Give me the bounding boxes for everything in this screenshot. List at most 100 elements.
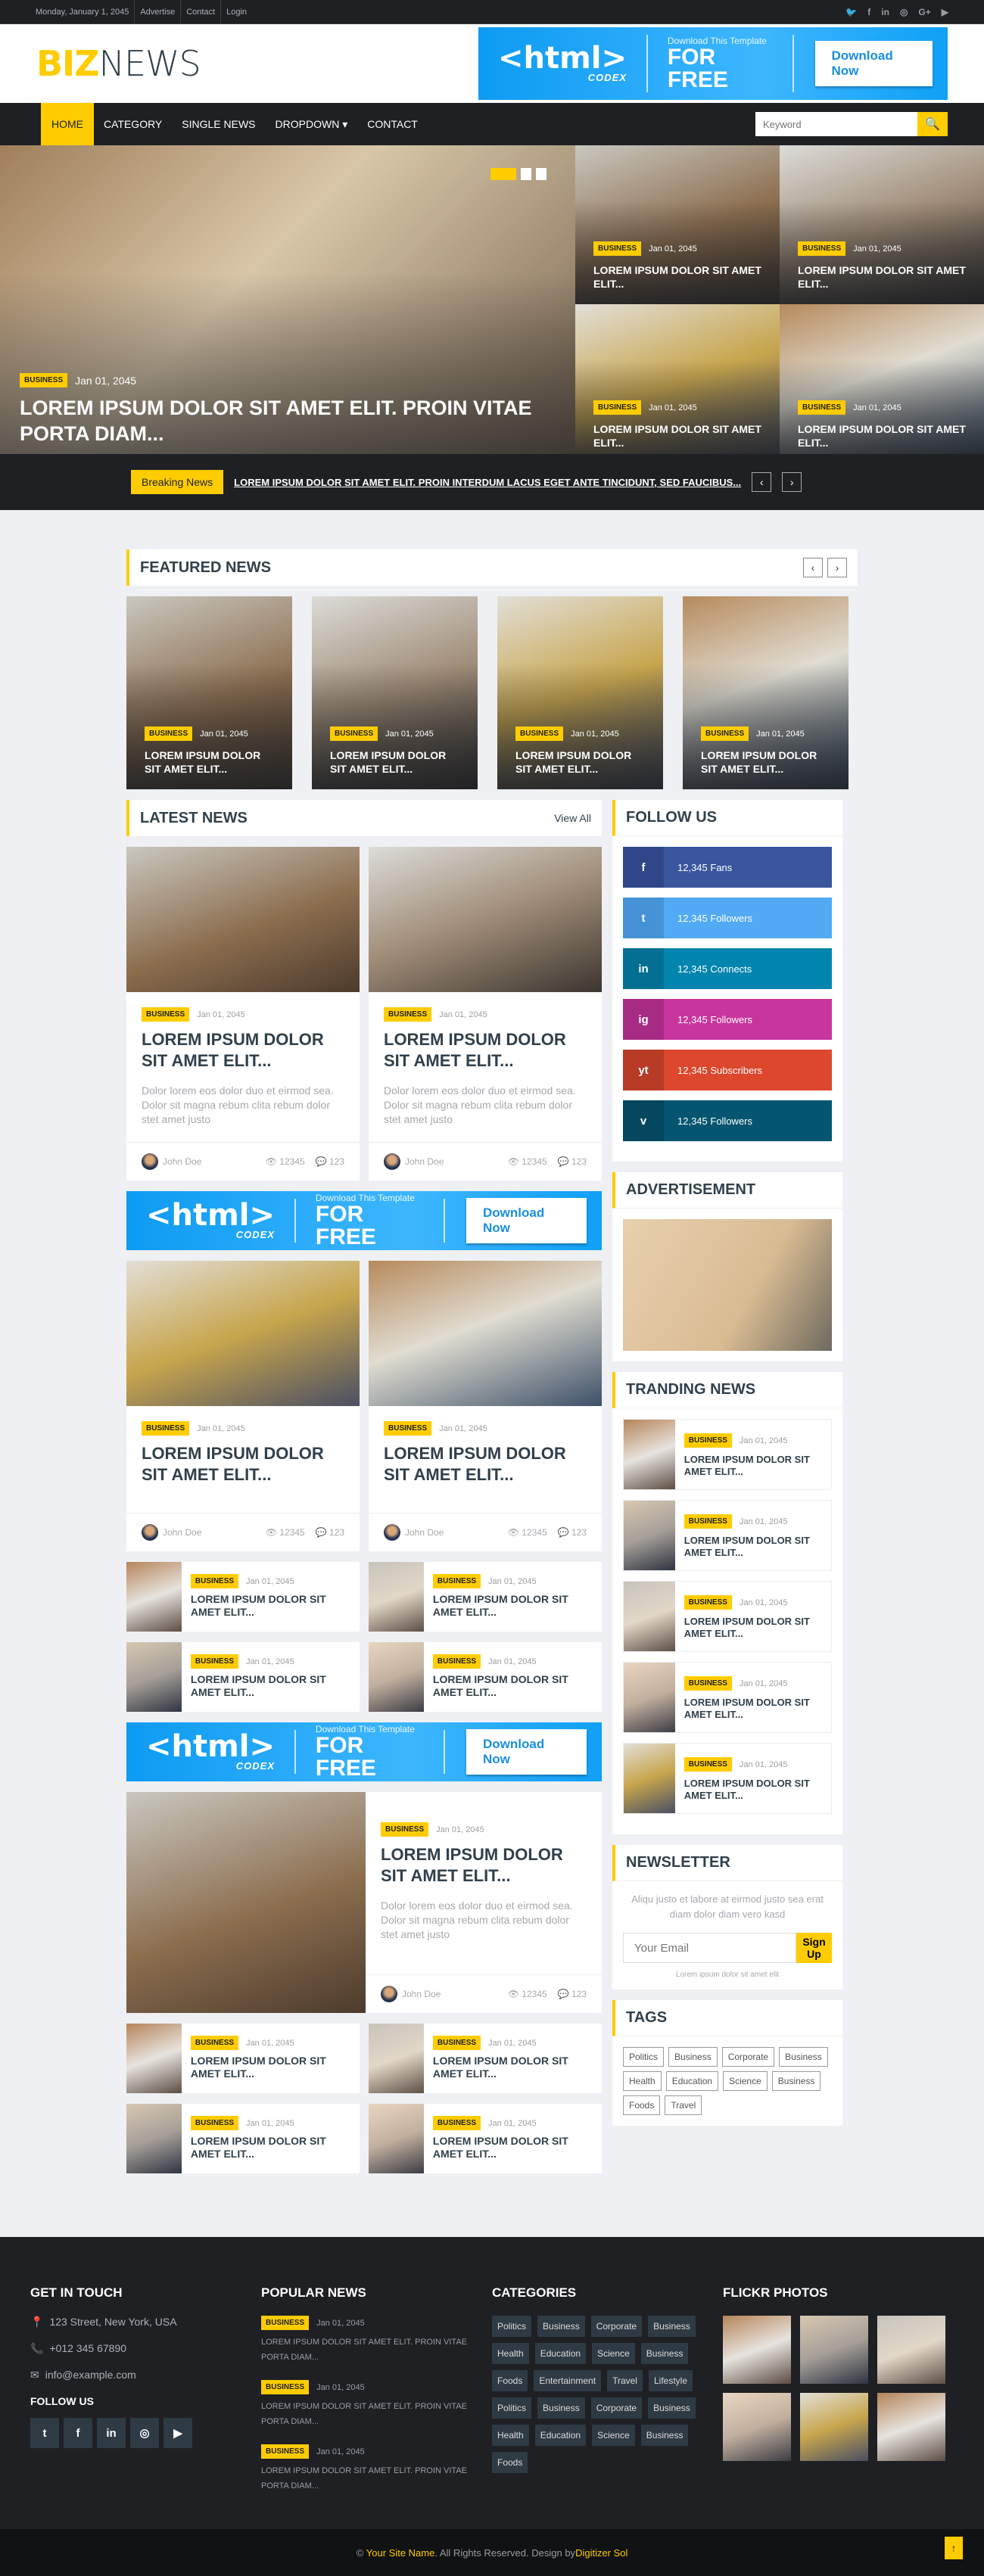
- news-image[interactable]: [369, 1261, 602, 1406]
- news-image[interactable]: [369, 847, 602, 992]
- category-item[interactable]: Business: [648, 2316, 696, 2337]
- facebook-icon[interactable]: f: [867, 7, 870, 17]
- category-item[interactable]: Entertainment: [534, 2370, 602, 2391]
- small-news-item[interactable]: BUSINESS Jan 01, 2045 LOREM IPSUM DOLOR SI…: [369, 1562, 602, 1632]
- category-item[interactable]: Business: [648, 2397, 696, 2419]
- flickr-photo[interactable]: [877, 2393, 945, 2461]
- tag-item[interactable]: Business: [668, 2047, 718, 2067]
- hero-side-post[interactable]: BUSINESS Jan 01, 2045 LOREM IPSUM DOLOR SI…: [575, 145, 780, 304]
- nav-category[interactable]: CATEGORY: [94, 103, 172, 145]
- email-input[interactable]: [623, 1933, 796, 1963]
- google-plus-icon[interactable]: G+: [918, 7, 930, 17]
- flickr-photo[interactable]: [723, 2316, 791, 2384]
- promo-banner[interactable]: <html> CODEX Download This Template FOR FR…: [126, 1722, 602, 1781]
- facebook-icon[interactable]: f: [64, 2418, 92, 2448]
- nav-dropdown[interactable]: DROPDOWN ▾: [266, 103, 358, 145]
- login-link[interactable]: Login: [221, 0, 252, 24]
- news-title[interactable]: LOREM IPSUM DOLOR SIT AMET ELIT...: [142, 1029, 344, 1072]
- twitter-icon[interactable]: t: [30, 2418, 59, 2448]
- news-title[interactable]: LOREM IPSUM DOLOR SIT AMET ELIT...: [384, 1029, 587, 1072]
- category-item[interactable]: Science: [592, 2343, 635, 2364]
- flickr-photo[interactable]: [800, 2393, 868, 2461]
- category-item[interactable]: Travel: [607, 2370, 643, 2391]
- social-follow-5[interactable]: v 12,345 Followers: [623, 1100, 832, 1141]
- breaking-next-button[interactable]: ›: [782, 472, 802, 492]
- small-news-item[interactable]: BUSINESS Jan 01, 2045 LOREM IPSUM DOLOR SI…: [369, 1642, 602, 1712]
- site-name-link[interactable]: Your Site Name: [366, 2547, 435, 2559]
- featured-post[interactable]: BUSINESS Jan 01, 2045 LOREM IPSUM DOLOR SI…: [312, 596, 478, 789]
- category-item[interactable]: Business: [640, 2343, 689, 2364]
- linkedin-icon[interactable]: in: [881, 7, 889, 17]
- hero-side-post[interactable]: BUSINESS Jan 01, 2045 LOREM IPSUM DOLOR SI…: [575, 304, 780, 463]
- category-item[interactable]: Health: [492, 2425, 529, 2446]
- youtube-icon[interactable]: ▶: [163, 2418, 192, 2448]
- category-item[interactable]: Corporate: [590, 2397, 643, 2419]
- breaking-news-link[interactable]: LOREM IPSUM DOLOR SIT AMET ELIT. PROIN I…: [234, 477, 741, 488]
- popular-item[interactable]: BUSINESS Jan 01, 2045 LOREM IPSUM DOLOR SI…: [261, 2444, 492, 2494]
- back-to-top-button[interactable]: ↑: [945, 2537, 963, 2559]
- social-follow-1[interactable]: t 12,345 Followers: [623, 898, 832, 938]
- small-news-item[interactable]: BUSINESS Jan 01, 2045 LOREM IPSUM DOLOR SI…: [126, 2104, 360, 2173]
- sign-up-button[interactable]: Sign Up: [796, 1933, 832, 1963]
- featured-next-button[interactable]: ›: [827, 558, 847, 577]
- news-image[interactable]: [126, 1792, 366, 2013]
- social-follow-2[interactable]: in 12,345 Connects: [623, 948, 832, 989]
- search-button[interactable]: 🔍: [917, 112, 948, 136]
- search-input[interactable]: [755, 112, 917, 136]
- popular-item[interactable]: BUSINESS Jan 01, 2045 LOREM IPSUM DOLOR SI…: [261, 2316, 492, 2365]
- category-item[interactable]: Foods: [492, 2370, 528, 2391]
- tag-item[interactable]: Corporate: [721, 2047, 775, 2067]
- instagram-icon[interactable]: ◎: [130, 2418, 159, 2448]
- category-item[interactable]: Education: [534, 2425, 587, 2446]
- category-item[interactable]: Education: [534, 2343, 587, 2364]
- category-item[interactable]: Politics: [492, 2316, 532, 2337]
- small-news-item[interactable]: BUSINESS Jan 01, 2045 LOREM IPSUM DOLOR SI…: [126, 1562, 360, 1632]
- news-image[interactable]: [126, 847, 360, 992]
- featured-post[interactable]: BUSINESS Jan 01, 2045 LOREM IPSUM DOLOR SI…: [497, 596, 663, 789]
- trending-item[interactable]: BUSINESS Jan 01, 2045 LOREM IPSUM DOLOR SI…: [623, 1662, 832, 1733]
- category-item[interactable]: Corporate: [590, 2316, 643, 2337]
- trending-item[interactable]: BUSINESS Jan 01, 2045 LOREM IPSUM DOLOR SI…: [623, 1743, 832, 1814]
- category-item[interactable]: Science: [592, 2425, 635, 2446]
- carousel-dot-1[interactable]: [490, 168, 516, 180]
- twitter-icon[interactable]: 🐦: [845, 7, 857, 17]
- social-follow-4[interactable]: yt 12,345 Subscribers: [623, 1050, 832, 1090]
- hero-side-post[interactable]: BUSINESS Jan 01, 2045 LOREM IPSUM DOLOR SI…: [780, 304, 984, 463]
- carousel-dot-2[interactable]: [521, 168, 531, 180]
- social-follow-0[interactable]: f 12,345 Fans: [623, 847, 832, 888]
- small-news-item[interactable]: BUSINESS Jan 01, 2045 LOREM IPSUM DOLOR SI…: [126, 1642, 360, 1712]
- news-title[interactable]: LOREM IPSUM DOLOR SIT AMET ELIT...: [381, 1844, 587, 1887]
- view-all-link[interactable]: View All: [554, 812, 591, 824]
- small-news-item[interactable]: BUSINESS Jan 01, 2045 LOREM IPSUM DOLOR SI…: [126, 2024, 360, 2093]
- hero-side-post[interactable]: BUSINESS Jan 01, 2045 LOREM IPSUM DOLOR SI…: [780, 145, 984, 304]
- category-item[interactable]: Health: [492, 2343, 529, 2364]
- download-now-button[interactable]: Download Now: [466, 1729, 587, 1775]
- youtube-icon[interactable]: ▶: [942, 7, 948, 17]
- flickr-photo[interactable]: [800, 2316, 868, 2384]
- linkedin-icon[interactable]: in: [97, 2418, 126, 2448]
- category-item[interactable]: Lifestyle: [648, 2370, 693, 2391]
- trending-item[interactable]: BUSINESS Jan 01, 2045 LOREM IPSUM DOLOR SI…: [623, 1500, 832, 1571]
- breaking-prev-button[interactable]: ‹: [752, 472, 772, 492]
- tag-item[interactable]: Business: [771, 2071, 821, 2091]
- nav-contact[interactable]: CONTACT: [357, 103, 428, 145]
- news-title[interactable]: LOREM IPSUM DOLOR SIT AMET ELIT...: [142, 1443, 344, 1486]
- popular-item[interactable]: BUSINESS Jan 01, 2045 LOREM IPSUM DOLOR SI…: [261, 2380, 492, 2429]
- advertise-link[interactable]: Advertise: [135, 0, 182, 24]
- category-item[interactable]: Business: [537, 2397, 585, 2419]
- designer-link[interactable]: Digitizer Sol: [575, 2547, 627, 2559]
- tag-item[interactable]: Foods: [623, 2095, 661, 2115]
- hero-title[interactable]: LOREM IPSUM DOLOR SIT AMET ELIT. PROIN V…: [20, 395, 560, 446]
- site-logo[interactable]: BIZNEWS: [36, 43, 201, 84]
- category-item[interactable]: Business: [640, 2425, 689, 2446]
- trending-item[interactable]: BUSINESS Jan 01, 2045 LOREM IPSUM DOLOR SI…: [623, 1581, 832, 1652]
- tag-item[interactable]: Science: [723, 2071, 768, 2091]
- featured-post[interactable]: BUSINESS Jan 01, 2045 LOREM IPSUM DOLOR SI…: [683, 596, 849, 789]
- advertisement-image[interactable]: [623, 1219, 832, 1351]
- promo-banner[interactable]: <html> CODEX Download This Template FOR FR…: [126, 1191, 602, 1250]
- instagram-icon[interactable]: ◎: [900, 7, 908, 17]
- download-now-button[interactable]: Download Now: [466, 1198, 587, 1243]
- contact-link[interactable]: Contact: [181, 0, 222, 24]
- small-news-item[interactable]: BUSINESS Jan 01, 2045 LOREM IPSUM DOLOR SI…: [369, 2104, 602, 2173]
- tag-item[interactable]: Politics: [623, 2047, 665, 2067]
